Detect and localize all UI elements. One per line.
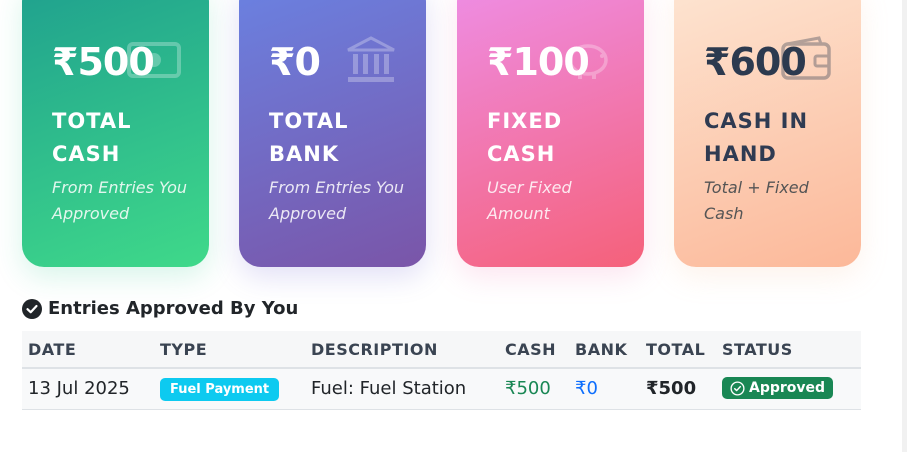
total-cash-subtitle: From Entries You Approved	[52, 178, 187, 223]
cell-status: Approved	[716, 368, 861, 410]
scrollbar-track[interactable]	[902, 0, 907, 452]
fixed-cash-card: ₹100 FIXED CASH User Fixed Amount	[457, 0, 644, 267]
column-header-description[interactable]: DESCRIPTION	[305, 331, 499, 369]
cell-cash: ₹500	[499, 368, 569, 410]
approved-entries-table: DATE TYPE DESCRIPTION CASH BANK TOTAL ST…	[22, 331, 861, 410]
status-badge: Approved	[722, 377, 834, 399]
check-circle-icon	[22, 298, 42, 319]
total-cash-card: ₹500 TOTAL CASH From Entries You Approve…	[22, 0, 209, 267]
section-title-text: Entries Approved By You	[48, 298, 299, 319]
cash-in-hand-label-line1: CASH IN	[704, 109, 809, 133]
cell-date: 13 Jul 2025	[22, 368, 154, 410]
total-bank-subtitle: From Entries You Approved	[269, 178, 404, 223]
check-circle-outline-icon	[730, 380, 745, 396]
fixed-cash-label-line2: CASH	[487, 142, 556, 166]
cell-bank: ₹0	[569, 368, 640, 410]
total-cash-label-line1: TOTAL	[52, 109, 132, 133]
fixed-cash-label-line1: FIXED	[487, 109, 563, 133]
total-bank-amount: ₹0	[269, 40, 321, 84]
type-badge: Fuel Payment	[160, 377, 280, 401]
column-header-cash[interactable]: CASH	[499, 331, 569, 369]
cell-description: Fuel: Fuel Station	[305, 368, 499, 410]
fixed-cash-label: FIXED CASH	[487, 105, 562, 171]
cash-in-hand-card: ₹600 CASH IN HAND Total + Fixed Cash	[674, 0, 861, 267]
section-heading: Entries Approved By You	[22, 298, 298, 319]
total-cash-label-line2: CASH	[52, 142, 121, 166]
total-bank-card: ₹0 TOTAL BANK From Entries You Approved	[239, 0, 426, 267]
column-header-type[interactable]: TYPE	[154, 331, 305, 369]
table-header-row: DATE TYPE DESCRIPTION CASH BANK TOTAL ST…	[22, 331, 861, 369]
total-cash-label: TOTAL CASH	[52, 105, 132, 171]
table-row[interactable]: 13 Jul 2025 Fuel Payment Fuel: Fuel Stat…	[22, 368, 861, 410]
total-bank-label: TOTAL BANK	[269, 105, 349, 171]
bank-icon	[347, 36, 395, 82]
money-bill-icon	[127, 42, 181, 78]
wallet-icon	[781, 36, 831, 80]
cell-type: Fuel Payment	[154, 368, 305, 410]
column-header-total[interactable]: TOTAL	[640, 331, 716, 369]
column-header-date[interactable]: DATE	[22, 331, 154, 369]
total-bank-label-line1: TOTAL	[269, 109, 349, 133]
column-header-bank[interactable]: BANK	[569, 331, 640, 369]
total-bank-label-line2: BANK	[269, 142, 340, 166]
cash-in-hand-subtitle: Total + Fixed Cash	[704, 178, 809, 223]
column-header-status[interactable]: STATUS	[716, 331, 861, 369]
cell-total: ₹500	[640, 368, 716, 410]
status-badge-label: Approved	[749, 380, 826, 396]
cash-in-hand-label: CASH IN HAND	[704, 105, 808, 171]
cash-in-hand-label-line2: HAND	[704, 142, 777, 166]
fixed-cash-subtitle: User Fixed Amount	[487, 178, 572, 223]
piggy-bank-icon	[568, 44, 608, 79]
